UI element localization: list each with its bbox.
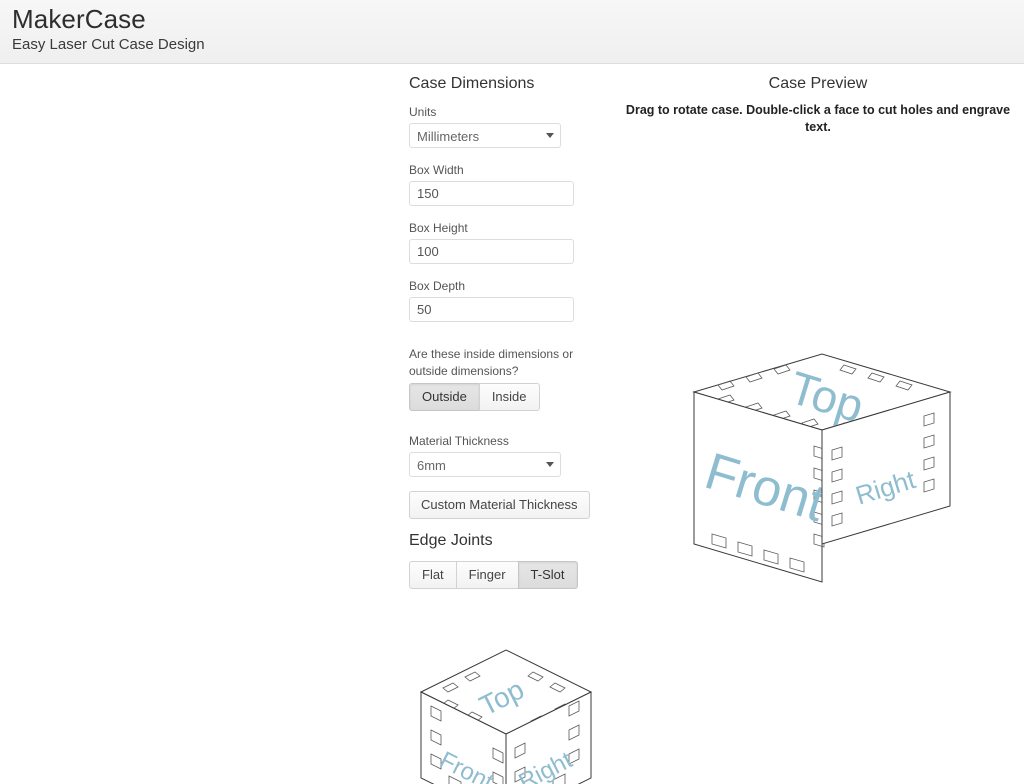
- case-preview-svg[interactable]: Top Front Right: [672, 353, 972, 624]
- edge-joint-preview: Top Front Right: [409, 644, 604, 784]
- case-preview-3d-viewport[interactable]: Top Front Right: [672, 353, 972, 624]
- box-width-label: Box Width: [409, 163, 464, 177]
- units-select-value: Millimeters: [409, 123, 561, 148]
- chevron-down-icon: [546, 133, 554, 138]
- edge-joint-finger-button[interactable]: Finger: [455, 561, 519, 589]
- material-thickness-select-value: 6mm: [409, 452, 561, 477]
- edge-joint-flat-button[interactable]: Flat: [409, 561, 457, 589]
- dimension-question-label: Are these inside dimensions or outside d…: [409, 347, 574, 378]
- case-dimensions-heading: Case Dimensions: [409, 75, 535, 92]
- units-select[interactable]: Millimeters: [409, 123, 561, 148]
- case-preview-panel: Case Preview Drag to rotate case. Double…: [612, 74, 1024, 583]
- box-depth-input[interactable]: [409, 297, 574, 322]
- inside-dimensions-button[interactable]: Inside: [478, 383, 540, 411]
- box-width-input[interactable]: [409, 181, 574, 206]
- chevron-down-icon: [546, 462, 554, 467]
- site-tagline: Easy Laser Cut Case Design: [12, 36, 205, 53]
- edge-joints-heading: Edge Joints: [409, 532, 493, 549]
- edge-joint-preview-svg: Top Front Right: [419, 649, 593, 784]
- custom-material-thickness-button[interactable]: Custom Material Thickness: [409, 491, 590, 519]
- units-label: Units: [409, 105, 437, 119]
- edge-joint-tslot-button[interactable]: T-Slot: [517, 561, 578, 589]
- outside-dimensions-button[interactable]: Outside: [409, 383, 480, 411]
- material-thickness-select[interactable]: 6mm: [409, 452, 561, 477]
- material-thickness-label: Material Thickness: [409, 434, 509, 448]
- site-title: MakerCase: [12, 4, 146, 34]
- case-preview-heading: Case Preview: [768, 75, 868, 92]
- box-depth-label: Box Depth: [409, 279, 466, 293]
- edge-joints-toggle-group: Flat Finger T-Slot: [409, 561, 609, 589]
- dimension-toggle-group: Outside Inside: [409, 383, 609, 411]
- case-preview-hint: Drag to rotate case. Double-click a face…: [625, 103, 1011, 134]
- box-height-input[interactable]: [409, 239, 574, 264]
- case-dimensions-form: Case Dimensions Units Millimeters Box Wi…: [409, 74, 609, 593]
- site-header: MakerCase Easy Laser Cut Case Design: [0, 0, 1024, 64]
- page-body: Case Dimensions Units Millimeters Box Wi…: [0, 64, 1024, 784]
- box-height-label: Box Height: [409, 221, 468, 235]
